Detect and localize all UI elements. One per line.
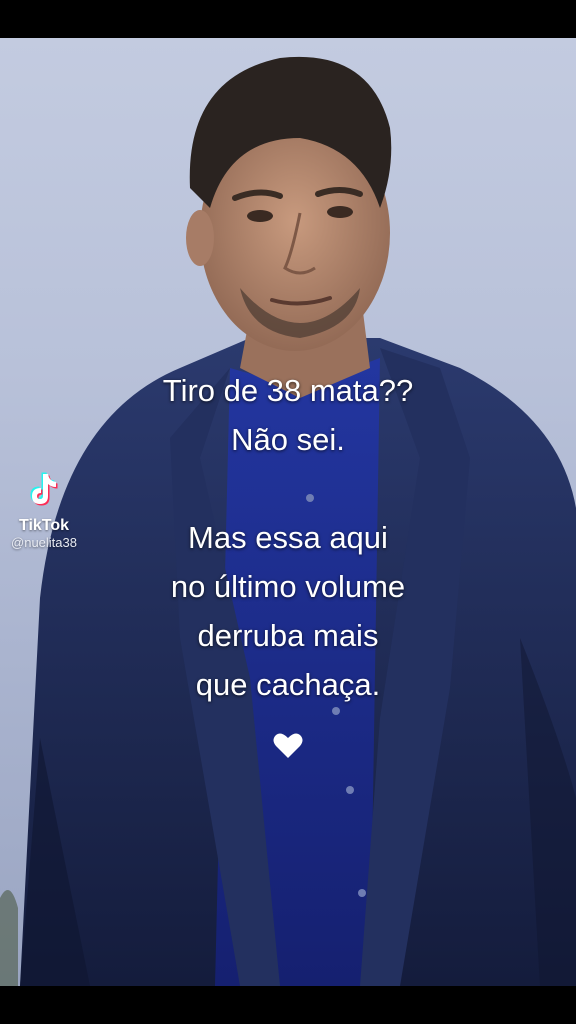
creator-handle: @nuelita38	[11, 535, 77, 550]
overlay-caption: Tiro de 38 mata?? Não sei. Mas essa aqui…	[0, 366, 576, 709]
letterbox-bottom	[0, 986, 576, 1024]
letterbox-top	[0, 0, 576, 38]
caption-line: Mas essa aqui	[188, 520, 388, 555]
caption-line: Tiro de 38 mata??	[162, 373, 414, 408]
caption-line: Não sei.	[231, 422, 345, 457]
tiktok-watermark: TikTok @nuelita38	[8, 470, 80, 551]
tiktok-brand-text: TikTok	[18, 517, 70, 534]
caption-line: derruba mais	[197, 618, 379, 653]
caption-line: que cachaça.	[195, 667, 381, 702]
tiktok-logo-icon	[8, 470, 80, 513]
caption-line: no último volume	[170, 569, 406, 604]
video-frame: Tiro de 38 mata?? Não sei. Mas essa aqui…	[0, 0, 576, 1024]
white-heart-icon	[272, 730, 304, 762]
